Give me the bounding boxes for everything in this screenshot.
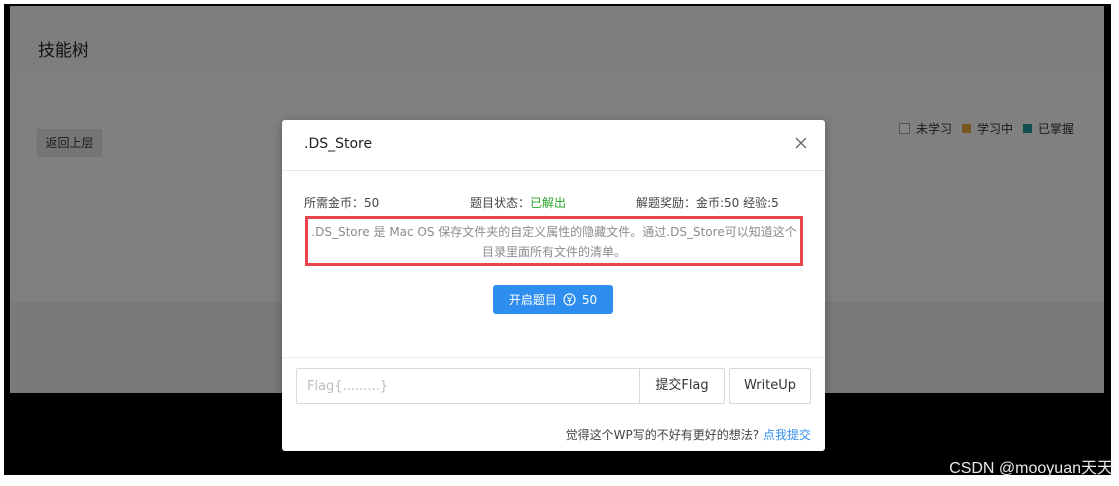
screenshot-frame: 技能树 返回上层 未学习 学习中 已掌握 .DS_Store 所需金币：50 题…	[4, 4, 1111, 475]
solve-reward: 解题奖励：金币:50 经验:5	[636, 196, 779, 210]
start-challenge-button[interactable]: 开启题目 50	[493, 285, 613, 314]
dialog-divider	[282, 357, 825, 358]
coin-icon	[563, 293, 576, 306]
writeup-button[interactable]: WriteUp	[729, 368, 811, 404]
feedback-text: 觉得这个WP写的不好有更好的想法?	[565, 428, 760, 442]
required-coins: 所需金币：50	[304, 196, 380, 210]
status-label: 题目状态：	[470, 196, 531, 210]
dialog-header: .DS_Store	[282, 120, 825, 171]
feedback-link[interactable]: 点我提交	[763, 428, 811, 442]
start-button-label: 开启题目	[508, 293, 557, 307]
flag-input[interactable]	[296, 368, 640, 404]
challenge-status: 题目状态：已解出	[470, 194, 566, 211]
status-badge: 已解出	[530, 196, 567, 210]
dialog-title: .DS_Store	[304, 136, 373, 152]
watermark: CSDN @mooyuan天天	[949, 460, 1113, 477]
challenge-description: .DS_Store 是 Mac OS 保存文件夹的自定义属性的隐藏文件。通过.D…	[305, 216, 803, 266]
description-line: .DS_Store 是 Mac OS 保存文件夹的自定义属性的隐藏文件。通过.D…	[311, 225, 797, 239]
description-line: 目录里面所有文件的清单。	[481, 245, 626, 259]
close-icon[interactable]	[795, 137, 807, 149]
submit-flag-button[interactable]: 提交Flag	[640, 368, 725, 404]
feedback-prompt: 觉得这个WP写的不好有更好的想法? 点我提交	[566, 426, 811, 443]
challenge-dialog: .DS_Store 所需金币：50 题目状态：已解出 解题奖励：金币:50 经验…	[282, 120, 825, 451]
start-button-cost: 50	[581, 292, 598, 307]
